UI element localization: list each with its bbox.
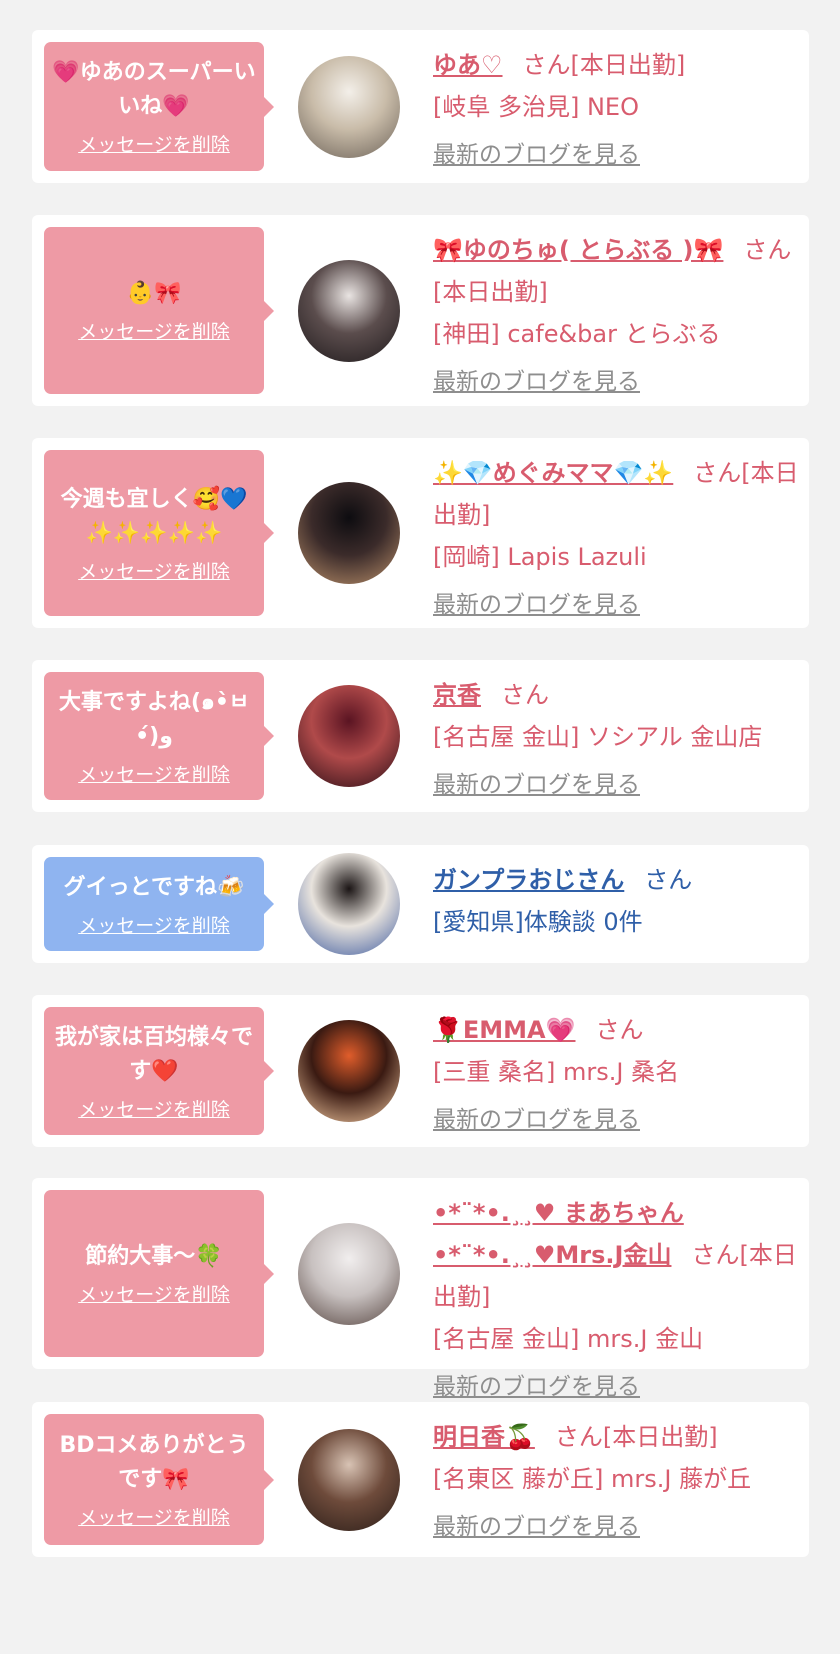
message-text: グイっとですね🍻 <box>63 874 245 900</box>
message-bubble: 我が家は百均様々です❤️ メッセージを削除 <box>44 1007 274 1135</box>
member-name-link[interactable]: 京香 <box>433 681 481 709</box>
member-suffix: さん[本日出勤] <box>554 1423 718 1451</box>
shop-label: [岐阜 多治見] NEO <box>433 93 639 121</box>
message-text: 今週も宜しく🥰💙✨✨✨✨✨ <box>60 486 248 546</box>
latest-blog-link[interactable]: 最新のブログを見る <box>433 1506 640 1548</box>
latest-blog-link[interactable]: 最新のブログを見る <box>433 361 640 403</box>
member-name-link[interactable]: ゆあ♡ <box>433 51 503 79</box>
member-name-line: ✨💎めぐみママ💎✨ さん[本日出勤] <box>433 452 805 536</box>
avatar[interactable] <box>298 56 400 158</box>
delete-message-link[interactable]: メッセージを削除 <box>78 1280 230 1307</box>
member-name-link[interactable]: •*¨*•.¸¸♥ まあちゃん•*¨*•.¸¸♥Mrs.J金山 <box>433 1199 684 1269</box>
message-text: BDコメありがとうです🎀 <box>59 1433 249 1492</box>
message-bubble: 💗ゆあのスーパーいいね💗 メッセージを削除 <box>44 42 274 171</box>
avatar[interactable] <box>298 853 400 955</box>
member-suffix: さん <box>501 681 549 709</box>
message-card: BDコメありがとうです🎀 メッセージを削除 明日香🍒 さん[本日出勤] [名東区 … <box>32 1402 809 1557</box>
member-name-line: 京香 さん <box>433 674 805 716</box>
message-text: 我が家は百均様々です❤️ <box>54 1024 253 1084</box>
shop-label: [名古屋 金山] mrs.J 金山 <box>433 1325 704 1353</box>
message-card: 今週も宜しく🥰💙✨✨✨✨✨ メッセージを削除 ✨💎めぐみママ💎✨ さん[本日出勤]… <box>32 438 809 628</box>
message-card: 節約大事〜🍀 メッセージを削除 •*¨*•.¸¸♥ まあちゃん•*¨*•.¸¸♥… <box>32 1178 809 1400</box>
member-name-link[interactable]: ガンプラおじさん <box>433 866 624 894</box>
message-text: 💗ゆあのスーパーいいね💗 <box>52 60 256 119</box>
member-info: ガンプラおじさん さん [愛知県]体験談 0件 <box>433 859 805 943</box>
member-name-line: ゆあ♡ さん[本日出勤] <box>433 44 805 86</box>
delete-message-link[interactable]: メッセージを削除 <box>78 760 230 787</box>
shop-label: [三重 桑名] mrs.J 桑名 <box>433 1058 680 1086</box>
member-name-line: 明日香🍒 さん[本日出勤] <box>433 1416 805 1458</box>
delete-message-link[interactable]: メッセージを削除 <box>78 557 230 584</box>
avatar[interactable] <box>298 260 400 362</box>
member-name-link[interactable]: 🌹EMMA💗 <box>433 1016 576 1044</box>
member-suffix: さん <box>595 1016 644 1044</box>
member-info: 🎀ゆのちゅ( とらぶる )🎀 さん[本日出勤] [神田] cafe&bar とらぶ… <box>433 229 805 403</box>
member-suffix: さん[本日出勤] <box>522 51 686 79</box>
message-bubble: 大事ですよね(๑•̀ㅂ•́)و メッセージを削除 <box>44 672 274 800</box>
member-name-link[interactable]: ✨💎めぐみママ💎✨ <box>433 459 673 487</box>
message-card: 大事ですよね(๑•̀ㅂ•́)و メッセージを削除 京香 さん [名古屋 金山] ソ… <box>32 660 809 812</box>
message-text: 節約大事〜🍀 <box>85 1244 223 1269</box>
shop-label: [名古屋 金山] ソシアル 金山店 <box>433 723 763 751</box>
message-text: 👶🎀 <box>126 281 182 306</box>
avatar[interactable] <box>298 482 400 584</box>
avatar[interactable] <box>298 1020 400 1122</box>
delete-message-link[interactable]: メッセージを削除 <box>78 130 230 157</box>
member-name-link[interactable]: 🎀ゆのちゅ( とらぶる )🎀 <box>433 236 723 264</box>
message-text: 大事ですよね(๑•̀ㅂ•́)و <box>58 689 250 749</box>
latest-blog-link[interactable]: 最新のブログを見る <box>433 584 640 626</box>
shop-label: [岡崎] Lapis Lazuli <box>433 543 647 571</box>
message-card: 👶🎀 メッセージを削除 🎀ゆのちゅ( とらぶる )🎀 さん[本日出勤] [神田] … <box>32 215 809 406</box>
message-card: 我が家は百均様々です❤️ メッセージを削除 🌹EMMA💗 さん [三重 桑名] m… <box>32 995 809 1147</box>
message-bubble: 節約大事〜🍀 メッセージを削除 <box>44 1190 274 1357</box>
delete-message-link[interactable]: メッセージを削除 <box>78 317 230 344</box>
message-bubble: 👶🎀 メッセージを削除 <box>44 227 274 394</box>
member-name-line: •*¨*•.¸¸♥ まあちゃん•*¨*•.¸¸♥Mrs.J金山 さん[本日出勤] <box>433 1192 805 1318</box>
latest-blog-link[interactable]: 最新のブログを見る <box>433 764 640 806</box>
shop-label: [神田] cafe&bar とらぶる <box>433 320 721 348</box>
message-bubble: グイっとですね🍻 メッセージを削除 <box>44 857 274 951</box>
member-info: 明日香🍒 さん[本日出勤] [名東区 藤が丘] mrs.J 藤が丘 最新のブログを… <box>433 1416 805 1548</box>
message-bubble: 今週も宜しく🥰💙✨✨✨✨✨ メッセージを削除 <box>44 450 274 616</box>
avatar[interactable] <box>298 685 400 787</box>
member-info: •*¨*•.¸¸♥ まあちゃん•*¨*•.¸¸♥Mrs.J金山 さん[本日出勤] … <box>433 1192 805 1408</box>
delete-message-link[interactable]: メッセージを削除 <box>78 1095 230 1122</box>
member-suffix: さん <box>644 866 693 894</box>
member-info: ゆあ♡ さん[本日出勤] [岐阜 多治見] NEO 最新のブログを見る <box>433 44 805 176</box>
latest-blog-link[interactable]: 最新のブログを見る <box>433 134 640 176</box>
member-name-line: ガンプラおじさん さん <box>433 859 805 901</box>
message-card: 💗ゆあのスーパーいいね💗 メッセージを削除 ゆあ♡ さん[本日出勤] [岐阜 多治… <box>32 30 809 183</box>
avatar[interactable] <box>298 1223 400 1325</box>
message-bubble: BDコメありがとうです🎀 メッセージを削除 <box>44 1414 274 1545</box>
delete-message-link[interactable]: メッセージを削除 <box>78 1503 230 1530</box>
member-info: ✨💎めぐみママ💎✨ さん[本日出勤] [岡崎] Lapis Lazuli 最新のブ… <box>433 452 805 626</box>
avatar[interactable] <box>298 1429 400 1531</box>
latest-blog-link[interactable]: 最新のブログを見る <box>433 1099 640 1141</box>
shop-label: [名東区 藤が丘] mrs.J 藤が丘 <box>433 1465 752 1493</box>
member-info: 🌹EMMA💗 さん [三重 桑名] mrs.J 桑名 最新のブログを見る <box>433 1009 805 1141</box>
delete-message-link[interactable]: メッセージを削除 <box>78 911 230 938</box>
message-card: グイっとですね🍻 メッセージを削除 ガンプラおじさん さん [愛知県]体験談 0件 <box>32 845 809 963</box>
shop-label: [愛知県]体験談 0件 <box>433 908 643 936</box>
member-name-link[interactable]: 明日香🍒 <box>433 1423 535 1451</box>
member-name-line: 🎀ゆのちゅ( とらぶる )🎀 さん[本日出勤] <box>433 229 805 313</box>
member-info: 京香 さん [名古屋 金山] ソシアル 金山店 最新のブログを見る <box>433 674 805 806</box>
member-name-line: 🌹EMMA💗 さん <box>433 1009 805 1051</box>
